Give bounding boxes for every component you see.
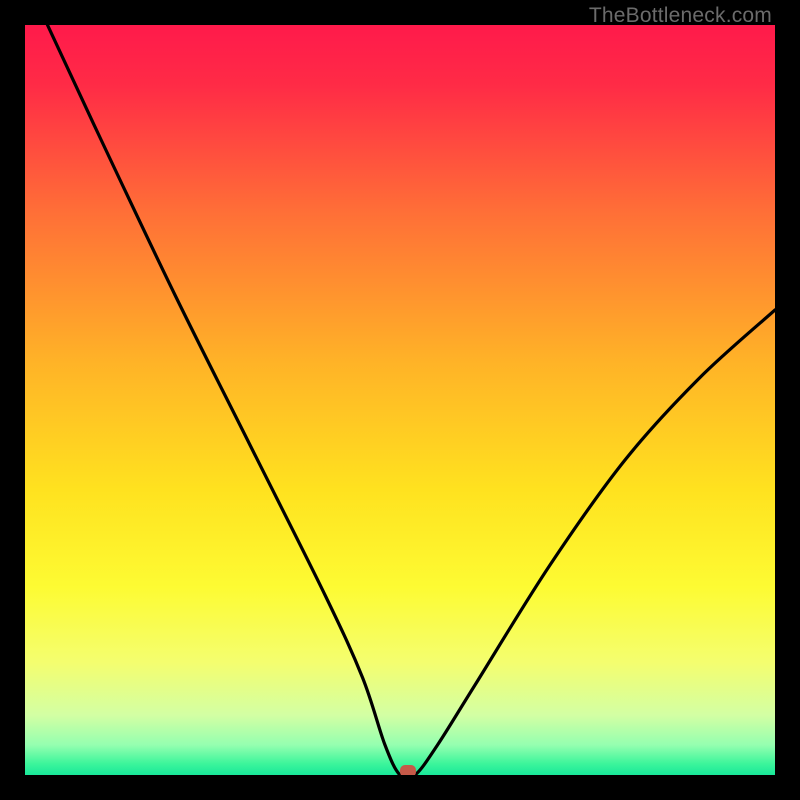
watermark-label: TheBottleneck.com [589,4,772,28]
plot-area [25,25,775,775]
chart-frame: TheBottleneck.com [0,0,800,800]
minimum-marker [400,765,416,775]
bottleneck-curve [25,25,775,775]
